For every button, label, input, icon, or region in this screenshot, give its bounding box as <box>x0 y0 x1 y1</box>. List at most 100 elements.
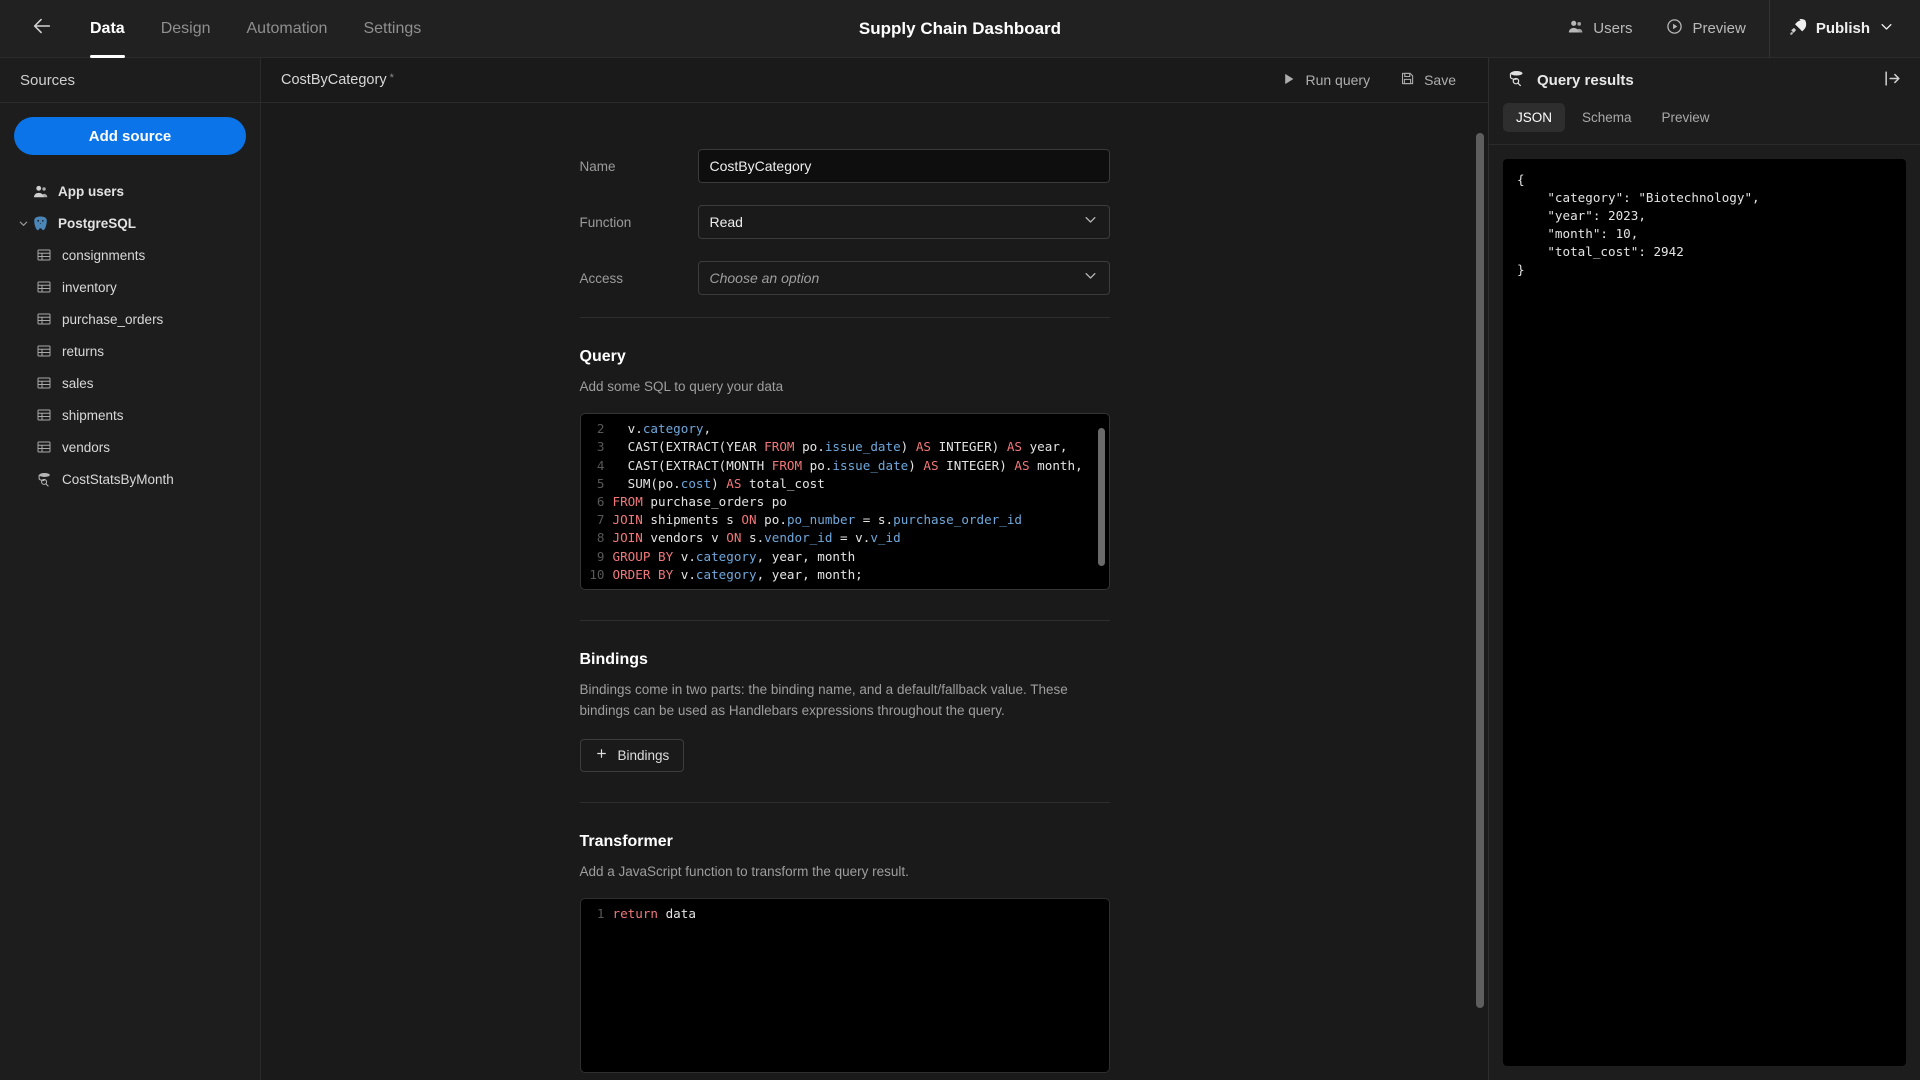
code-line-text: CAST(EXTRACT(YEAR FROM po.issue_date) AS… <box>612 439 1068 455</box>
line-number: 2 <box>596 421 605 437</box>
top-bar: Data Design Automation Settings Supply C… <box>0 0 1920 58</box>
sidebar-item-coststatsbymonth[interactable]: CostStatsByMonth <box>14 463 246 495</box>
sidebar-item-label: CostStatsByMonth <box>62 471 174 487</box>
query-actions: Run query Save <box>1270 65 1468 95</box>
sidebar-item-purchase-orders[interactable]: purchase_orders <box>14 303 246 335</box>
save-button[interactable]: Save <box>1388 65 1468 95</box>
main-nav-tabs: Data Design Automation Settings <box>72 0 439 58</box>
line-number: 4 <box>596 457 605 473</box>
line-number: 3 <box>596 439 605 455</box>
query-results-tabs: JSON Schema Preview <box>1489 103 1920 145</box>
transformer-editor[interactable]: 1 return data <box>579 898 1110 1073</box>
database-search-icon <box>1507 69 1526 93</box>
code-line-text: SUM(po.cost) AS total_cost <box>612 475 825 491</box>
publish-button[interactable]: Publish <box>1776 0 1920 58</box>
tab-schema[interactable]: Schema <box>1569 103 1645 132</box>
sidebar-header-label: Sources <box>20 71 76 89</box>
query-tab-title[interactable]: CostByCategory * <box>281 72 394 88</box>
add-source-button[interactable]: Add source <box>14 117 246 155</box>
sidebar-item-app-users[interactable]: App users <box>14 175 246 207</box>
users-icon <box>32 183 58 200</box>
top-bar-actions: Users Preview Publish <box>1550 0 1920 58</box>
sql-editor[interactable]: 2 v.category, 3 CAST(EXTRACT(YEAR FROM po… <box>579 413 1110 591</box>
users-button[interactable]: Users <box>1550 0 1649 58</box>
query-results-header: Query results <box>1489 58 1920 103</box>
app-title: Supply Chain Dashboard <box>858 18 1062 38</box>
name-input[interactable] <box>697 149 1110 183</box>
query-editor-scroll-area: Name Function Read <box>261 103 1488 1080</box>
code-line: 10 ORDER BY v.category, year, month; <box>581 566 1109 584</box>
user-icon <box>1567 18 1584 39</box>
sidebar-item-label: vendors <box>62 439 111 455</box>
json-output: { "category": "Biotechnology", "year": 2… <box>1503 159 1906 1066</box>
sidebar-item-label: consignments <box>62 247 146 263</box>
add-bindings-label: Bindings <box>617 747 670 763</box>
query-results-panel: Query results JSON Schema Preview { "cat… <box>1488 58 1920 1080</box>
preview-label: Preview <box>1692 20 1746 37</box>
access-field-control: Choose an option <box>697 261 1110 295</box>
bindings-section-subtitle: Bindings come in two parts: the binding … <box>579 682 1068 718</box>
rocket-icon <box>1788 17 1807 40</box>
code-line: 1 return data <box>581 905 1109 923</box>
code-line: 2 v.category, <box>581 420 1109 438</box>
sidebar-item-consignments[interactable]: consignments <box>14 239 246 271</box>
sidebar-item-label: returns <box>62 343 105 359</box>
toolbar-divider <box>1768 0 1770 58</box>
arrow-left-icon <box>31 15 53 42</box>
code-line-text: v.category, <box>612 421 712 437</box>
bindings-section: Bindings Bindings come in two parts: the… <box>579 621 1110 772</box>
function-select[interactable]: Read <box>697 205 1110 239</box>
sidebar-item-shipments[interactable]: shipments <box>14 399 246 431</box>
run-query-label: Run query <box>1305 72 1371 88</box>
save-label: Save <box>1424 72 1456 88</box>
nav-tab-automation[interactable]: Automation <box>229 0 346 58</box>
chevron-down-icon[interactable] <box>18 218 32 229</box>
nav-tab-data[interactable]: Data <box>72 0 143 58</box>
nav-tab-settings[interactable]: Settings <box>345 0 439 58</box>
code-line-text: CAST(EXTRACT(MONTH FROM po.issue_date) A… <box>612 457 1083 473</box>
add-bindings-button[interactable]: Bindings <box>579 738 685 772</box>
access-select[interactable]: Choose an option <box>697 261 1110 295</box>
table-icon <box>36 279 62 295</box>
users-label: Users <box>1593 20 1633 37</box>
sidebar-item-postgresql[interactable]: PostgreSQL <box>14 207 246 239</box>
query-tab-bar: CostByCategory * Run query Save <box>261 58 1488 103</box>
source-tree: App users PostgreSQL consignments invent… <box>14 175 246 495</box>
code-line-text: GROUP BY v.category, year, month <box>612 548 856 564</box>
sidebar-item-label: App users <box>58 183 125 199</box>
function-field-control: Read <box>697 205 1110 239</box>
sidebar-body: Add source App users PostgreSQL consignm… <box>0 103 260 495</box>
name-field-label: Name <box>579 158 616 174</box>
main-scrollbar[interactable] <box>1476 133 1484 1008</box>
panel-collapse-right-icon[interactable] <box>1883 69 1902 93</box>
chevron-down-icon[interactable] <box>1879 19 1894 38</box>
transformer-section-subtitle: Add a JavaScript function to transform t… <box>579 863 909 879</box>
line-number: 10 <box>589 566 605 582</box>
sql-editor-scrollbar[interactable] <box>1097 428 1105 567</box>
line-number: 6 <box>596 494 605 510</box>
sidebar-item-inventory[interactable]: inventory <box>14 271 246 303</box>
line-number: 5 <box>596 475 605 491</box>
tab-preview[interactable]: Preview <box>1649 103 1723 132</box>
tab-json[interactable]: JSON <box>1503 103 1566 132</box>
sidebar-item-label: PostgreSQL <box>58 215 137 231</box>
line-number: 9 <box>596 548 605 564</box>
code-line-text: FROM purchase_orders po <box>612 494 787 510</box>
code-line: 3 CAST(EXTRACT(YEAR FROM po.issue_date) … <box>581 438 1109 456</box>
query-icon <box>36 471 62 488</box>
sidebar-item-returns[interactable]: returns <box>14 335 246 367</box>
code-line: 5 SUM(po.cost) AS total_cost <box>581 475 1109 493</box>
code-line-text: ORDER BY v.category, year, month; <box>612 566 863 582</box>
sidebar-item-sales[interactable]: sales <box>14 367 246 399</box>
run-query-button[interactable]: Run query <box>1270 66 1382 95</box>
line-number: 7 <box>596 512 605 528</box>
table-icon <box>36 247 62 263</box>
preview-button[interactable]: Preview <box>1649 0 1762 58</box>
table-icon <box>36 343 62 359</box>
play-circle-icon <box>1666 18 1683 39</box>
code-line: 9 GROUP BY v.category, year, month <box>581 548 1109 566</box>
back-button[interactable] <box>20 7 64 51</box>
sidebar-item-vendors[interactable]: vendors <box>14 431 246 463</box>
nav-tab-design[interactable]: Design <box>143 0 229 58</box>
code-line: 6 FROM purchase_orders po <box>581 493 1109 511</box>
